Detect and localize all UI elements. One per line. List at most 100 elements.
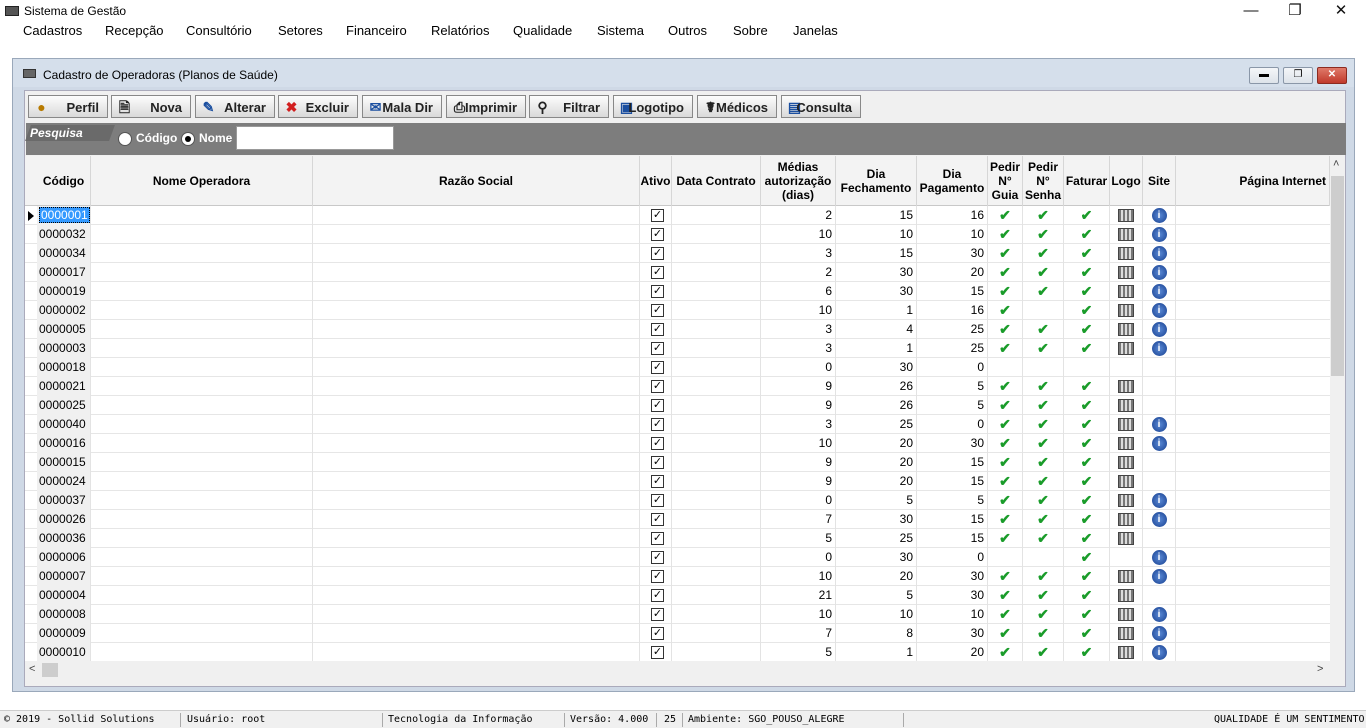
cell-logo[interactable] xyxy=(1110,320,1143,339)
cell-codigo[interactable]: 0000015 xyxy=(37,453,91,472)
cell-pedir-senha[interactable]: ✔ xyxy=(1023,225,1064,244)
cell-data-contrato[interactable] xyxy=(672,472,761,491)
cell-nome-operadora[interactable] xyxy=(91,206,313,225)
cell-ativo[interactable]: ✓ xyxy=(640,339,672,358)
cell-dia-pagamento[interactable]: 16 xyxy=(917,301,988,320)
cell-data-contrato[interactable] xyxy=(672,586,761,605)
cell-codigo[interactable]: 0000025 xyxy=(37,396,91,415)
table-row[interactable]: 0000007 ✓ 10 20 30 ✔ ✔ ✔ i xyxy=(25,567,1330,586)
col-medias-autorizacao[interactable]: Médias autorização (dias) xyxy=(761,156,836,206)
cell-data-contrato[interactable] xyxy=(672,567,761,586)
cell-codigo[interactable]: 0000036 xyxy=(37,529,91,548)
cell-faturar[interactable]: ✔ xyxy=(1064,415,1110,434)
col-pedir-senha[interactable]: Pedir N° Senha xyxy=(1023,156,1064,206)
cell-logo[interactable] xyxy=(1110,206,1143,225)
cell-site[interactable]: i xyxy=(1143,244,1176,263)
cell-pedir-guia[interactable]: ✔ xyxy=(988,643,1023,661)
cell-site[interactable]: i xyxy=(1143,301,1176,320)
col-pagina-internet[interactable]: Página Internet xyxy=(1176,156,1330,206)
cell-codigo[interactable]: 0000003 xyxy=(37,339,91,358)
cell-nome-operadora[interactable] xyxy=(91,529,313,548)
menu-sobre[interactable]: Sobre xyxy=(731,23,770,38)
cell-pedir-senha[interactable]: ✔ xyxy=(1023,643,1064,661)
cell-data-contrato[interactable] xyxy=(672,263,761,282)
cell-nome-operadora[interactable] xyxy=(91,586,313,605)
table-row[interactable]: 0000040 ✓ 3 25 0 ✔ ✔ ✔ i xyxy=(25,415,1330,434)
ativo-checkbox[interactable]: ✓ xyxy=(651,551,664,564)
cell-dia-fechamento[interactable]: 30 xyxy=(836,358,917,377)
cell-pedir-senha[interactable]: ✔ xyxy=(1023,624,1064,643)
cell-codigo[interactable]: 0000024 xyxy=(37,472,91,491)
col-nome-operadora[interactable]: Nome Operadora xyxy=(91,156,313,206)
cell-pagina-internet[interactable] xyxy=(1176,320,1330,339)
menu-recepcao[interactable]: Recepção xyxy=(103,23,166,38)
cell-pedir-guia[interactable]: ✔ xyxy=(988,529,1023,548)
cell-site[interactable]: i xyxy=(1143,567,1176,586)
search-input[interactable] xyxy=(236,126,394,150)
cell-site[interactable]: i xyxy=(1143,225,1176,244)
cell-medias[interactable]: 0 xyxy=(761,548,836,567)
cell-site[interactable] xyxy=(1143,586,1176,605)
cell-codigo[interactable]: 0000037 xyxy=(37,491,91,510)
cell-pagina-internet[interactable] xyxy=(1176,472,1330,491)
cell-dia-fechamento[interactable]: 26 xyxy=(836,396,917,415)
cell-pagina-internet[interactable] xyxy=(1176,225,1330,244)
radio-nome[interactable] xyxy=(181,132,195,146)
ativo-checkbox[interactable]: ✓ xyxy=(651,399,664,412)
cell-faturar[interactable]: ✔ xyxy=(1064,510,1110,529)
cell-dia-pagamento[interactable]: 15 xyxy=(917,510,988,529)
cell-razao-social[interactable] xyxy=(313,491,640,510)
cell-codigo[interactable]: 0000026 xyxy=(37,510,91,529)
cell-faturar[interactable]: ✔ xyxy=(1064,548,1110,567)
cell-dia-fechamento[interactable]: 20 xyxy=(836,567,917,586)
cell-razao-social[interactable] xyxy=(313,624,640,643)
cell-dia-pagamento[interactable]: 16 xyxy=(917,206,988,225)
cell-codigo[interactable]: 0000006 xyxy=(37,548,91,567)
cell-dia-pagamento[interactable]: 15 xyxy=(917,529,988,548)
cell-pedir-senha[interactable]: ✔ xyxy=(1023,586,1064,605)
cell-ativo[interactable]: ✓ xyxy=(640,472,672,491)
alterar-button[interactable]: ✎ Alterar xyxy=(195,95,275,118)
menu-setores[interactable]: Setores xyxy=(276,23,325,38)
ativo-checkbox[interactable]: ✓ xyxy=(651,304,664,317)
cell-pedir-guia[interactable]: ✔ xyxy=(988,567,1023,586)
ativo-checkbox[interactable]: ✓ xyxy=(651,380,664,393)
cell-pedir-guia[interactable]: ✔ xyxy=(988,605,1023,624)
cell-nome-operadora[interactable] xyxy=(91,415,313,434)
cell-faturar[interactable]: ✔ xyxy=(1064,472,1110,491)
radio-codigo[interactable] xyxy=(118,132,132,146)
cell-ativo[interactable]: ✓ xyxy=(640,586,672,605)
col-data-contrato[interactable]: Data Contrato xyxy=(672,156,761,206)
cell-razao-social[interactable] xyxy=(313,377,640,396)
ativo-checkbox[interactable]: ✓ xyxy=(651,570,664,583)
cell-dia-pagamento[interactable]: 30 xyxy=(917,244,988,263)
medicos-button[interactable]: ☤ Médicos xyxy=(697,95,777,118)
cell-dia-pagamento[interactable]: 25 xyxy=(917,339,988,358)
cell-nome-operadora[interactable] xyxy=(91,301,313,320)
cell-dia-fechamento[interactable]: 8 xyxy=(836,624,917,643)
cell-pedir-guia[interactable] xyxy=(988,358,1023,377)
cell-pagina-internet[interactable] xyxy=(1176,396,1330,415)
cell-codigo[interactable]: 0000019 xyxy=(37,282,91,301)
cell-razao-social[interactable] xyxy=(313,605,640,624)
cell-faturar[interactable]: ✔ xyxy=(1064,586,1110,605)
ativo-checkbox[interactable]: ✓ xyxy=(651,513,664,526)
ativo-checkbox[interactable]: ✓ xyxy=(651,532,664,545)
cell-pedir-senha[interactable]: ✔ xyxy=(1023,244,1064,263)
cell-ativo[interactable]: ✓ xyxy=(640,263,672,282)
cell-medias[interactable]: 10 xyxy=(761,225,836,244)
cell-pedir-guia[interactable]: ✔ xyxy=(988,472,1023,491)
cell-data-contrato[interactable] xyxy=(672,510,761,529)
cell-nome-operadora[interactable] xyxy=(91,605,313,624)
cell-pedir-guia[interactable]: ✔ xyxy=(988,624,1023,643)
col-dia-pagamento[interactable]: Dia Pagamento xyxy=(917,156,988,206)
cell-data-contrato[interactable] xyxy=(672,491,761,510)
menu-cadastros[interactable]: Cadastros xyxy=(21,23,84,38)
ativo-checkbox[interactable]: ✓ xyxy=(651,418,664,431)
vertical-scrollbar[interactable]: ˄ xyxy=(1330,156,1345,661)
cell-logo[interactable] xyxy=(1110,225,1143,244)
menu-janelas[interactable]: Janelas xyxy=(791,23,840,38)
cell-faturar[interactable]: ✔ xyxy=(1064,567,1110,586)
cell-dia-pagamento[interactable]: 10 xyxy=(917,225,988,244)
cell-pedir-senha[interactable]: ✔ xyxy=(1023,415,1064,434)
